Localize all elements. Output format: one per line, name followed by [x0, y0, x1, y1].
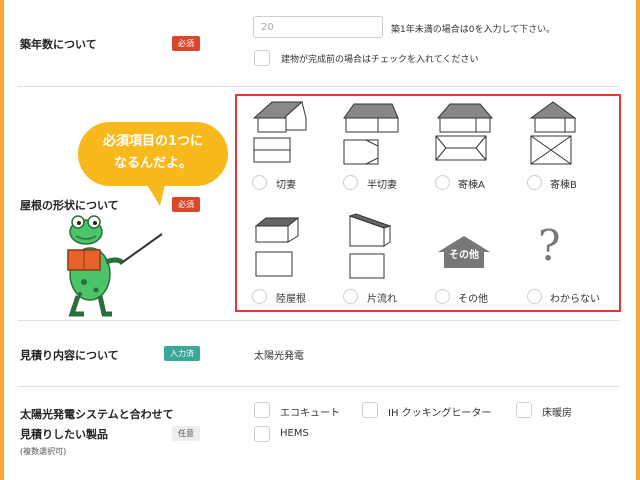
roof-radio-unknown[interactable]: [527, 289, 542, 304]
estimate-content-value: 太陽光発電: [254, 351, 304, 362]
roof-radio-hip-b[interactable]: [527, 175, 542, 190]
build-age-label: 築年数について: [20, 38, 97, 51]
extra-products-label-line1: 太陽光発電システムと合わせて: [20, 408, 174, 421]
half-gable-roof-icon: [343, 103, 399, 165]
question-mark-icon: ?: [538, 221, 561, 270]
product-checkbox-ih-cooker[interactable]: [362, 402, 378, 418]
under-construction-checkbox[interactable]: [254, 50, 270, 66]
product-option-label: HEMS: [280, 428, 309, 439]
product-option-label: エコキュート: [280, 408, 340, 419]
bubble-line-2: なるんだよ。: [113, 156, 192, 171]
hip-roof-a-icon: [435, 103, 494, 161]
roof-option-label: 寄棟A: [458, 180, 485, 191]
product-checkbox-hems[interactable]: [254, 426, 270, 442]
estimate-content-label: 見積り内容について: [20, 349, 119, 362]
roof-radio-hip-a[interactable]: [435, 175, 450, 190]
build-age-hint: 築1年未満の場合は0を入力して下さい。: [391, 25, 556, 35]
hip-roof-b-icon: [529, 101, 577, 165]
gable-roof-icon: [252, 101, 307, 163]
roof-option-label: 半切妻: [367, 180, 397, 191]
other-house-icon: その他: [438, 236, 490, 268]
roof-radio-shed[interactable]: [343, 289, 358, 304]
other-house-icon-text: その他: [449, 248, 479, 261]
product-checkbox-floor-heating[interactable]: [516, 402, 532, 418]
shed-roof-icon: [348, 213, 392, 279]
roof-option-label: 片流れ: [367, 294, 397, 305]
roof-radio-gable[interactable]: [252, 175, 267, 190]
required-badge: 必須: [172, 36, 200, 51]
entered-badge: 入力済: [164, 346, 200, 361]
speech-bubble-tail: [144, 180, 166, 206]
required-badge: 必須: [172, 197, 200, 212]
multi-select-note: (複数選択可): [20, 447, 67, 456]
roof-radio-flat[interactable]: [252, 289, 267, 304]
extra-products-label-line2: 見積りしたい製品: [20, 428, 108, 441]
roof-option-label: 切妻: [276, 180, 296, 191]
flat-roof-icon: [254, 216, 300, 277]
product-option-label: 床暖房: [542, 408, 572, 419]
frog-mascot-icon: [67, 215, 163, 317]
roof-option-label: 寄棟B: [550, 180, 577, 191]
product-option-label: IH クッキングヒーター: [388, 408, 492, 419]
speech-bubble-text: 必須項目の1つに なるんだよ。: [78, 131, 228, 175]
row-divider: [18, 86, 620, 87]
roof-option-label: わからない: [550, 294, 600, 305]
left-frame-border: [0, 0, 4, 480]
row-divider: [18, 320, 620, 321]
optional-badge: 任意: [172, 426, 200, 441]
bubble-line-1: 必須項目の1つに: [102, 134, 204, 149]
roof-shape-label: 屋根の形状について: [20, 199, 119, 212]
right-frame-border: [636, 0, 640, 480]
roof-option-label: その他: [458, 294, 488, 305]
under-construction-label: 建物が完成前の場合はチェックを入れてください: [281, 55, 479, 65]
row-divider: [18, 386, 620, 387]
roof-option-label: 陸屋根: [276, 294, 306, 305]
roof-radio-other[interactable]: [435, 289, 450, 304]
roof-radio-half-gable[interactable]: [343, 175, 358, 190]
build-age-input[interactable]: 20: [253, 16, 383, 38]
product-checkbox-ecocute[interactable]: [254, 402, 270, 418]
